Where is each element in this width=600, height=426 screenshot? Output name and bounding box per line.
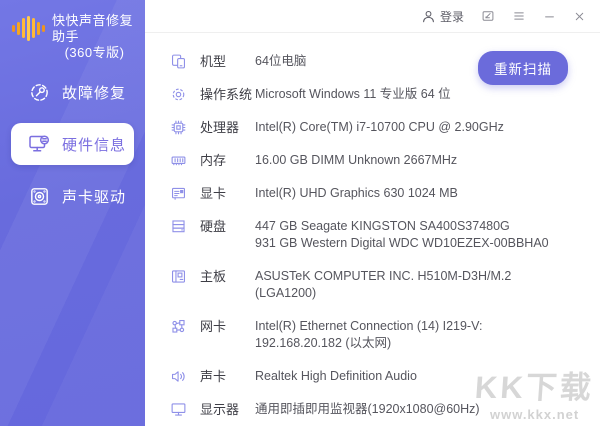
hw-row-label: 声卡 <box>200 368 255 385</box>
hw-row-label: 内存 <box>200 152 255 169</box>
app-window: 快快声音修复助手 (360专版) 故障修复 <box>0 0 600 426</box>
soundcard-icon <box>27 184 51 208</box>
hw-row-label: 显示器 <box>200 401 255 418</box>
hw-row-cpu: 处理器 Intel(R) Core(TM) i7-10700 CPU @ 2.9… <box>145 111 600 144</box>
sidebar-item-label: 硬件信息 <box>62 134 126 155</box>
gear-wrench-icon <box>27 80 51 104</box>
monitor-info-icon <box>27 132 51 156</box>
speaker-icon <box>170 368 187 385</box>
hw-row-label: 显卡 <box>200 185 255 202</box>
sidebar-item-hardware-info[interactable]: 硬件信息 <box>11 123 134 165</box>
app-title-line2: (360专版) <box>52 45 137 61</box>
motherboard-icon <box>170 268 187 285</box>
close-icon <box>573 10 586 23</box>
minimize-icon <box>543 10 556 23</box>
hw-row-label: 主板 <box>200 268 255 285</box>
hw-row-label: 机型 <box>200 53 255 70</box>
devices-icon <box>170 53 187 70</box>
hw-row-label: 处理器 <box>200 119 255 136</box>
disk-icon <box>170 218 187 235</box>
feedback-icon <box>481 9 495 23</box>
hw-row-label: 操作系统 <box>200 86 255 103</box>
hw-row-value: Intel(R) UHD Graphics 630 1024 MB <box>255 185 555 202</box>
cpu-icon <box>170 119 187 136</box>
network-icon <box>170 318 187 335</box>
hw-row-value: Intel(R) Core(TM) i7-10700 CPU @ 2.90GHz <box>255 119 555 136</box>
sidebar-item-label: 声卡驱动 <box>62 186 126 207</box>
hw-row-value: 通用即插即用监视器(1920x1080@60Hz) <box>255 401 555 418</box>
hw-row-disk: 硬盘 447 GB Seagate KINGSTON SA400S37480G … <box>145 210 600 260</box>
minimize-button[interactable] <box>543 10 556 23</box>
titlebar: 登录 <box>145 0 600 33</box>
app-header: 快快声音修复助手 (360专版) <box>0 0 145 61</box>
login-label: 登录 <box>440 8 464 25</box>
menu-button[interactable] <box>512 9 526 23</box>
close-button[interactable] <box>573 10 586 23</box>
feedback-button[interactable] <box>481 9 495 23</box>
hw-row-value: Realtek High Definition Audio <box>255 368 555 385</box>
rescan-button[interactable]: 重新扫描 <box>478 51 568 85</box>
login-button[interactable]: 登录 <box>421 8 464 25</box>
audio-wave-logo-icon <box>12 14 45 42</box>
hardware-info-panel: 重新扫描 机型 64位电脑 <box>145 33 600 426</box>
hw-row-soundcard: 声卡 Realtek High Definition Audio <box>145 360 600 393</box>
hw-row-motherboard: 主板 ASUSTeK COMPUTER INC. H510M-D3H/M.2 (… <box>145 260 600 310</box>
sidebar-menu: 故障修复 硬件信息 <box>0 71 145 217</box>
hw-row-memory: 内存 16.00 GB DIMM Unknown 2667MHz <box>145 144 600 177</box>
hw-row-value: 16.00 GB DIMM Unknown 2667MHz <box>255 152 555 169</box>
hw-row-value: ASUSTeK COMPUTER INC. H510M-D3H/M.2 (LGA… <box>255 268 555 302</box>
hw-row-value: Intel(R) Ethernet Connection (14) I219-V… <box>255 318 555 352</box>
hw-row-label: 硬盘 <box>200 218 255 235</box>
menu-icon <box>512 9 526 23</box>
app-title-line1: 快快声音修复助手 <box>52 13 137 45</box>
sidebar-item-fault-repair[interactable]: 故障修复 <box>11 71 134 113</box>
gpu-icon <box>170 185 187 202</box>
ram-icon <box>170 152 187 169</box>
main-area: 登录 <box>145 0 600 426</box>
monitor-icon <box>170 401 187 418</box>
hw-row-value: Microsoft Windows 11 专业版 64 位 <box>255 86 555 103</box>
hw-row-value: 447 GB Seagate KINGSTON SA400S37480G 931… <box>255 218 555 252</box>
gear-icon <box>170 86 187 103</box>
hw-row-label: 网卡 <box>200 318 255 335</box>
sidebar: 快快声音修复助手 (360专版) 故障修复 <box>0 0 145 426</box>
hw-row-gpu: 显卡 Intel(R) UHD Graphics 630 1024 MB <box>145 177 600 210</box>
hw-row-network: 网卡 Intel(R) Ethernet Connection (14) I21… <box>145 310 600 360</box>
app-title: 快快声音修复助手 (360专版) <box>52 13 137 61</box>
hw-row-display: 显示器 通用即插即用监视器(1920x1080@60Hz) <box>145 393 600 426</box>
sidebar-item-label: 故障修复 <box>62 82 126 103</box>
user-icon <box>421 9 436 24</box>
sidebar-item-soundcard-driver[interactable]: 声卡驱动 <box>11 175 134 217</box>
